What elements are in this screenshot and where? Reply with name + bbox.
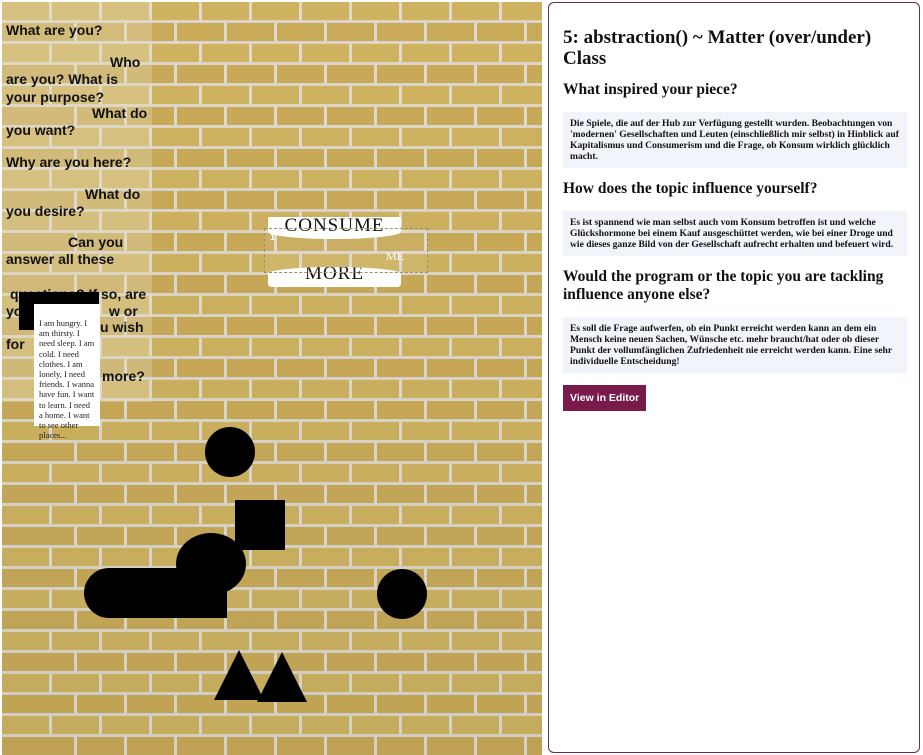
question-line: Who	[110, 54, 141, 70]
question-line: you desire?	[6, 203, 85, 219]
section-answer: Die Spiele, die auf der Hub zur Verfügun…	[563, 112, 907, 168]
question-line: w or	[109, 303, 138, 319]
question-line: are you? What is	[6, 71, 119, 87]
question-line: Can you	[68, 234, 124, 250]
sketch-canvas[interactable]: What are you? Who are you? What is your …	[2, 2, 542, 755]
section-question: Would the program or the topic you are t…	[563, 268, 884, 303]
me-word: ME	[386, 249, 404, 263]
view-in-editor-button[interactable]: View in Editor	[563, 385, 647, 411]
needs-note: I am hungry. I am thirsty. I need sleep.…	[34, 304, 100, 440]
capsule-shape	[84, 568, 227, 618]
question-line: Why are you here?	[6, 154, 132, 170]
section-question: What inspired your piece?	[563, 81, 738, 98]
info-panel: 5: abstraction() ~ Matter (over/under) C…	[548, 2, 920, 753]
question-line: u wish	[100, 319, 144, 335]
question-line: What do	[85, 186, 141, 202]
question-line: What are you?	[6, 22, 103, 38]
section-answer: Es ist spannend wie man selbst auch vom …	[563, 211, 907, 256]
question-line: What do	[92, 105, 148, 121]
square-shape	[235, 500, 285, 550]
question-line: for	[6, 336, 25, 352]
page-title: 5: abstraction() ~ Matter (over/under) C…	[563, 27, 872, 69]
triangle-shape	[257, 652, 307, 702]
selection-index: 1	[270, 232, 276, 242]
question-line: your purpose?	[6, 89, 105, 105]
circle-shape	[377, 569, 427, 619]
question-line: you want?	[6, 122, 76, 138]
head-circle	[205, 427, 255, 477]
section-question: How does the topic influence yourself?	[563, 180, 818, 197]
question-line: more?	[102, 368, 145, 384]
question-line: answer all these	[6, 251, 115, 267]
section-answer: Es soll die Frage aufwerfen, ob ein Punk…	[563, 317, 907, 373]
